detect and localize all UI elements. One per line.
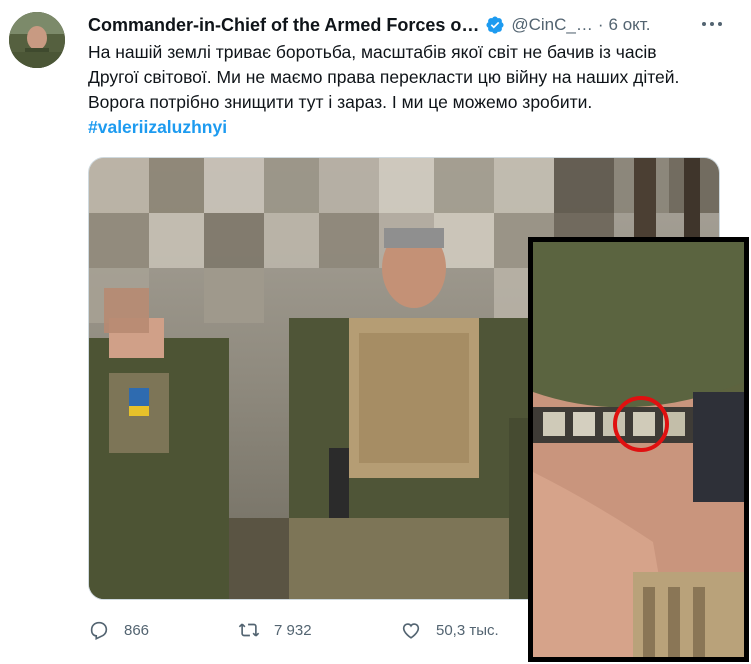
author-name[interactable]: Commander-in-Chief of the Armed Forces o… bbox=[88, 15, 479, 36]
tweet-text-line: На нашій землі триває боротьба, масштабі… bbox=[88, 42, 657, 62]
retweet-count: 7 932 bbox=[274, 621, 312, 639]
avatar-image bbox=[9, 12, 65, 68]
like-button[interactable]: 50,3 тыс. bbox=[400, 616, 499, 644]
reply-button[interactable]: 866 bbox=[88, 616, 149, 644]
like-icon bbox=[402, 623, 420, 639]
reply-count: 866 bbox=[124, 621, 150, 639]
retweet-button[interactable]: 7 932 bbox=[238, 616, 312, 644]
author-handle[interactable]: @CinC_… bbox=[511, 15, 593, 35]
tweet-text-line: Ворога потрібно знищити тут і зараз. І м… bbox=[88, 92, 593, 112]
tweet-text: На нашій землі триває боротьба, масштабі… bbox=[88, 40, 738, 140]
zoom-inset bbox=[528, 237, 749, 662]
like-count: 50,3 тыс. bbox=[436, 621, 499, 639]
reply-icon bbox=[90, 621, 108, 641]
avatar[interactable] bbox=[9, 12, 65, 68]
action-bar: 866 7 932 50,3 тыс. bbox=[88, 616, 608, 644]
separator-dot: · bbox=[597, 15, 604, 34]
tweet-text-line: Другої світової. Ми не маємо права перек… bbox=[88, 67, 680, 87]
tweet-timestamp[interactable]: 6 окт. bbox=[609, 15, 651, 35]
verified-badge-icon bbox=[486, 16, 504, 34]
hashtag-link[interactable]: #valeriizaluzhnyi bbox=[88, 115, 738, 140]
retweet-icon bbox=[238, 623, 260, 637]
inset-bracelet-closeup bbox=[533, 242, 744, 657]
more-options-icon[interactable] bbox=[700, 16, 724, 32]
tweet-header: Commander-in-Chief of the Armed Forces o… bbox=[88, 14, 728, 36]
